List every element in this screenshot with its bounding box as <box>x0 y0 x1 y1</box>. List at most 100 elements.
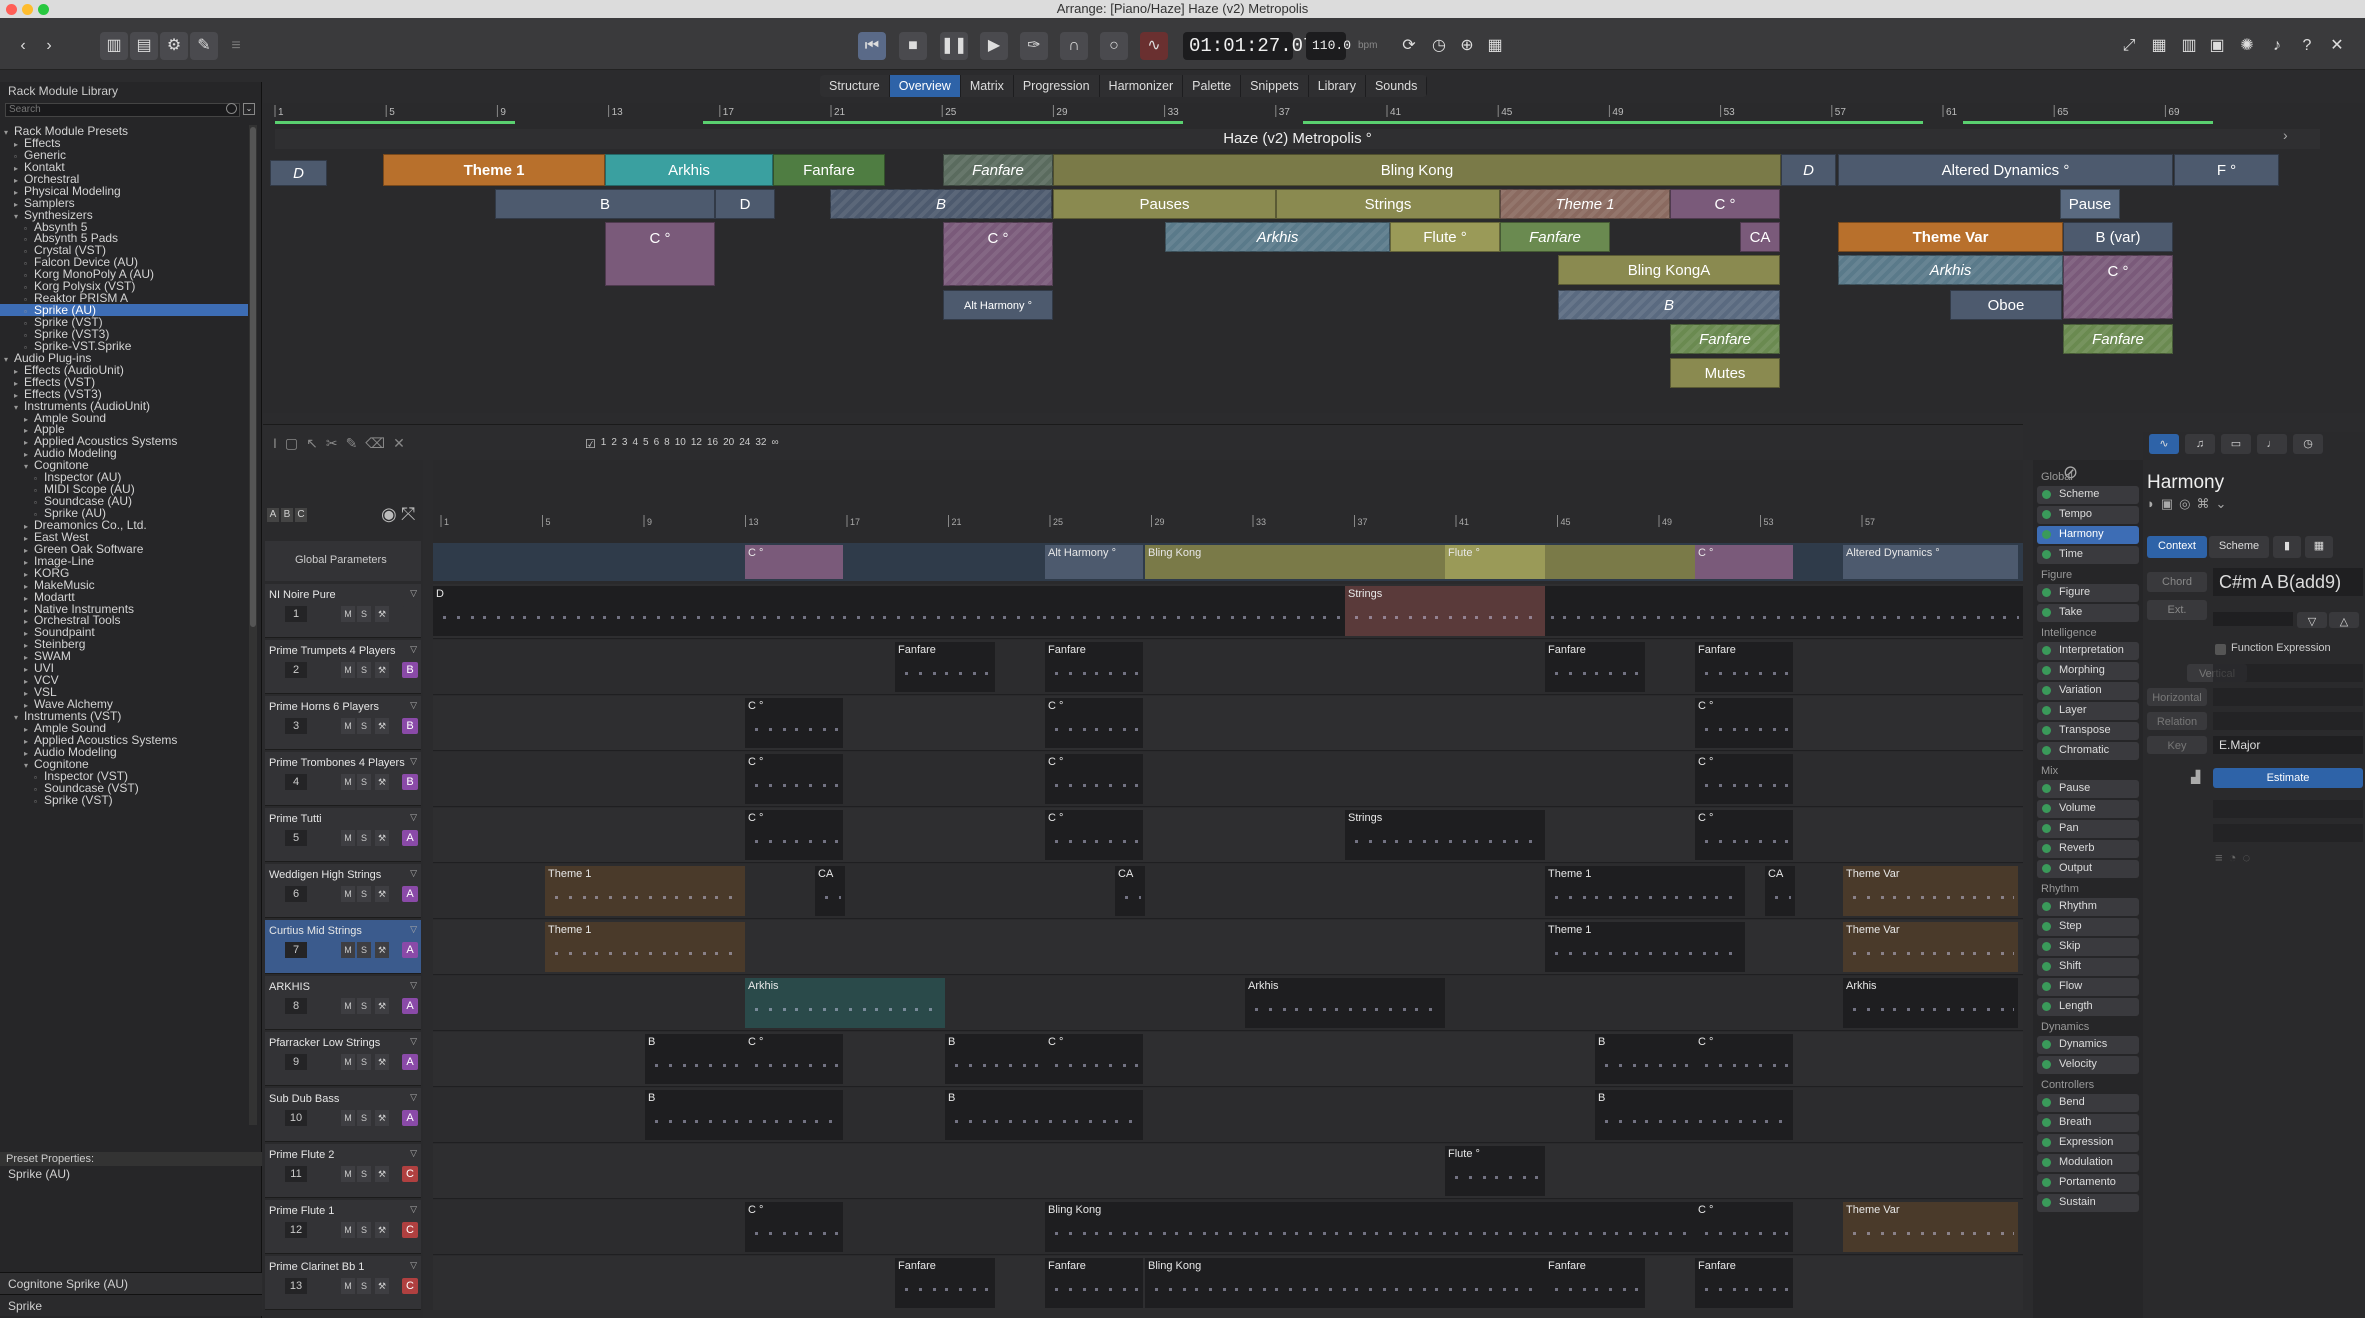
chevron-down-icon[interactable]: ▽ <box>410 1092 417 1103</box>
solo-button[interactable]: S <box>357 942 371 958</box>
arrangement-ruler[interactable]: 1 5 9 13 17 21 25 29 33 37 41 45 49 53 57 61 65 69 <box>263 103 2365 127</box>
record-icon[interactable]: ○ <box>1100 32 1128 60</box>
mute-button[interactable]: M <box>341 662 355 678</box>
arrangement-block[interactable]: Theme 1 <box>1500 189 1670 219</box>
library-item[interactable]: ▫ Soundcase (AU) <box>0 495 248 507</box>
track-layer-badge[interactable]: A <box>402 1054 418 1070</box>
pattern-clip[interactable]: B <box>1595 1090 1793 1140</box>
pattern-clip[interactable]: Theme Var <box>1843 1202 2018 1252</box>
pattern-clip[interactable]: Bling Kong <box>1145 1258 1545 1308</box>
clock-icon[interactable]: ◷ <box>1428 32 1450 60</box>
arrangement-block[interactable]: Fanfare <box>1670 324 1780 354</box>
parameter-item[interactable]: Portamento <box>2037 1174 2139 1192</box>
pattern-clip[interactable]: CA <box>1115 866 1145 916</box>
solo-button[interactable]: S <box>357 662 371 678</box>
solo-button[interactable]: S <box>357 718 371 734</box>
chevron-right-icon[interactable]: › <box>2283 127 2288 143</box>
track-row[interactable]: Sub Dub Bass ▽ 10 M S ⚒ A <box>265 1088 421 1142</box>
parameter-item[interactable]: Chromatic <box>2037 742 2139 760</box>
arrangement-block[interactable]: Fanfare <box>1500 222 1610 252</box>
global-clip[interactable]: C ° <box>1695 545 1793 579</box>
pattern-clip[interactable]: Arkhis <box>745 978 945 1028</box>
search-options-icon[interactable] <box>226 103 237 114</box>
pattern-clip[interactable]: B <box>645 1034 745 1084</box>
track-row[interactable]: Prime Horns 6 Players ▽ 3 M S ⚒ B <box>265 696 421 750</box>
arrangement-block[interactable]: CA <box>1740 222 1780 252</box>
parameter-item[interactable]: Tempo <box>2037 506 2139 524</box>
parameter-item[interactable]: Reverb <box>2037 840 2139 858</box>
track-layer-badge[interactable]: B <box>402 718 418 734</box>
track-layer-badge[interactable]: A <box>402 830 418 846</box>
parameter-group-header[interactable]: Figure <box>2033 568 2143 582</box>
pattern-clip[interactable]: C ° <box>1695 810 1793 860</box>
layer-a-button[interactable]: A <box>267 508 279 522</box>
pattern-clip[interactable]: Fanfare <box>1045 1258 1143 1308</box>
parameter-group-header[interactable]: Global <box>2033 470 2143 484</box>
pattern-clip[interactable]: C ° <box>1695 754 1793 804</box>
down-icon[interactable]: ▽ <box>2297 612 2327 628</box>
pattern-clip[interactable]: Strings <box>1345 810 1545 860</box>
parameter-group-header[interactable]: Rhythm <box>2033 882 2143 896</box>
parameter-item[interactable]: Variation <box>2037 682 2139 700</box>
pattern-clip[interactable]: Fanfare <box>895 1258 995 1308</box>
modules-icon[interactable]: ⚙ <box>160 32 188 60</box>
scrollbar-thumb[interactable] <box>250 127 256 627</box>
library-search-input[interactable]: Search <box>5 103 240 117</box>
solo-button[interactable]: S <box>357 830 371 846</box>
preset-properties-value[interactable]: Sprike (AU) <box>0 1166 262 1183</box>
tab-context[interactable]: Context <box>2147 536 2207 558</box>
arrangement-block[interactable]: Flute ° <box>1390 222 1500 252</box>
parameter-item[interactable]: Output <box>2037 860 2139 878</box>
layout-icon[interactable]: ▣ <box>2206 32 2228 60</box>
solo-button[interactable]: S <box>357 774 371 790</box>
chevron-down-icon[interactable]: ▽ <box>410 1204 417 1215</box>
quantize-option[interactable]: 24 <box>739 437 750 451</box>
track-layer-badge[interactable]: A <box>402 942 418 958</box>
pattern-clip[interactable]: C ° <box>1695 1034 1793 1084</box>
estimate-button[interactable]: Estimate <box>2213 768 2363 788</box>
parameter-item[interactable]: Rhythm <box>2037 898 2139 916</box>
pattern-clip[interactable]: C ° <box>745 698 843 748</box>
mute-button[interactable]: M <box>341 1110 355 1126</box>
parameter-item[interactable]: Take <box>2037 604 2139 622</box>
parameter-item[interactable]: Bend <box>2037 1094 2139 1112</box>
wrench-icon[interactable]: ⚒ <box>375 1222 389 1238</box>
trumpet-icon[interactable]: ♫ <box>2185 434 2215 454</box>
loop-icon[interactable]: ⟳ <box>1398 32 1420 60</box>
parameter-item[interactable]: Skip <box>2037 938 2139 956</box>
pattern-clip[interactable]: Theme 1 <box>1545 922 1745 972</box>
solo-button[interactable]: S <box>357 1054 371 1070</box>
track-layer-badge[interactable]: C <box>402 1278 418 1294</box>
pattern-clip[interactable]: C ° <box>1695 1202 1793 1252</box>
mute-button[interactable]: M <box>341 998 355 1014</box>
pattern-clip[interactable]: C ° <box>1045 698 1143 748</box>
parameter-group-header[interactable]: Controllers <box>2033 1078 2143 1092</box>
chevron-down-icon[interactable]: ▽ <box>410 588 417 599</box>
rewind-icon[interactable]: ⏮ <box>858 32 886 60</box>
volume-icon[interactable]: ♪ <box>2266 32 2288 60</box>
arrangement-block[interactable]: D <box>715 189 775 219</box>
pattern-clip[interactable]: C ° <box>745 1202 843 1252</box>
parameter-item[interactable]: Velocity <box>2037 1056 2139 1074</box>
parameter-item[interactable]: Pan <box>2037 820 2139 838</box>
arrangement-block[interactable]: Theme Var <box>1838 222 2063 252</box>
arrangement-block[interactable]: Arkhis <box>1165 222 1390 252</box>
pattern-clip[interactable]: B <box>645 1090 843 1140</box>
pattern-clip[interactable]: CA <box>815 866 845 916</box>
vertical-input[interactable] <box>2213 664 2363 682</box>
palette-icon[interactable]: ✺ <box>2236 32 2258 60</box>
chevron-down-icon[interactable]: ▽ <box>410 756 417 767</box>
pattern-clip[interactable]: Fanfare <box>1545 1258 1645 1308</box>
grid-icon[interactable]: ▦ <box>2148 32 2170 60</box>
chevron-down-icon[interactable]: ▽ <box>410 812 417 823</box>
arrangement-block[interactable]: Bling Kong <box>1053 154 1781 186</box>
wrench-icon[interactable]: ⚒ <box>375 1166 389 1182</box>
quantize-option[interactable]: 12 <box>691 437 702 451</box>
parameter-item[interactable]: Pause <box>2037 780 2139 798</box>
wrench-icon[interactable]: ⚒ <box>375 606 389 622</box>
pattern-clip[interactable]: Fanfare <box>1045 642 1143 692</box>
track-row[interactable]: Pfarracker Low Strings ▽ 9 M S ⚒ A <box>265 1032 421 1086</box>
library-item[interactable]: ▾ Cognitone <box>0 459 248 471</box>
quantize-option[interactable]: 32 <box>755 437 766 451</box>
arrangement-block[interactable]: C ° <box>2063 255 2173 319</box>
